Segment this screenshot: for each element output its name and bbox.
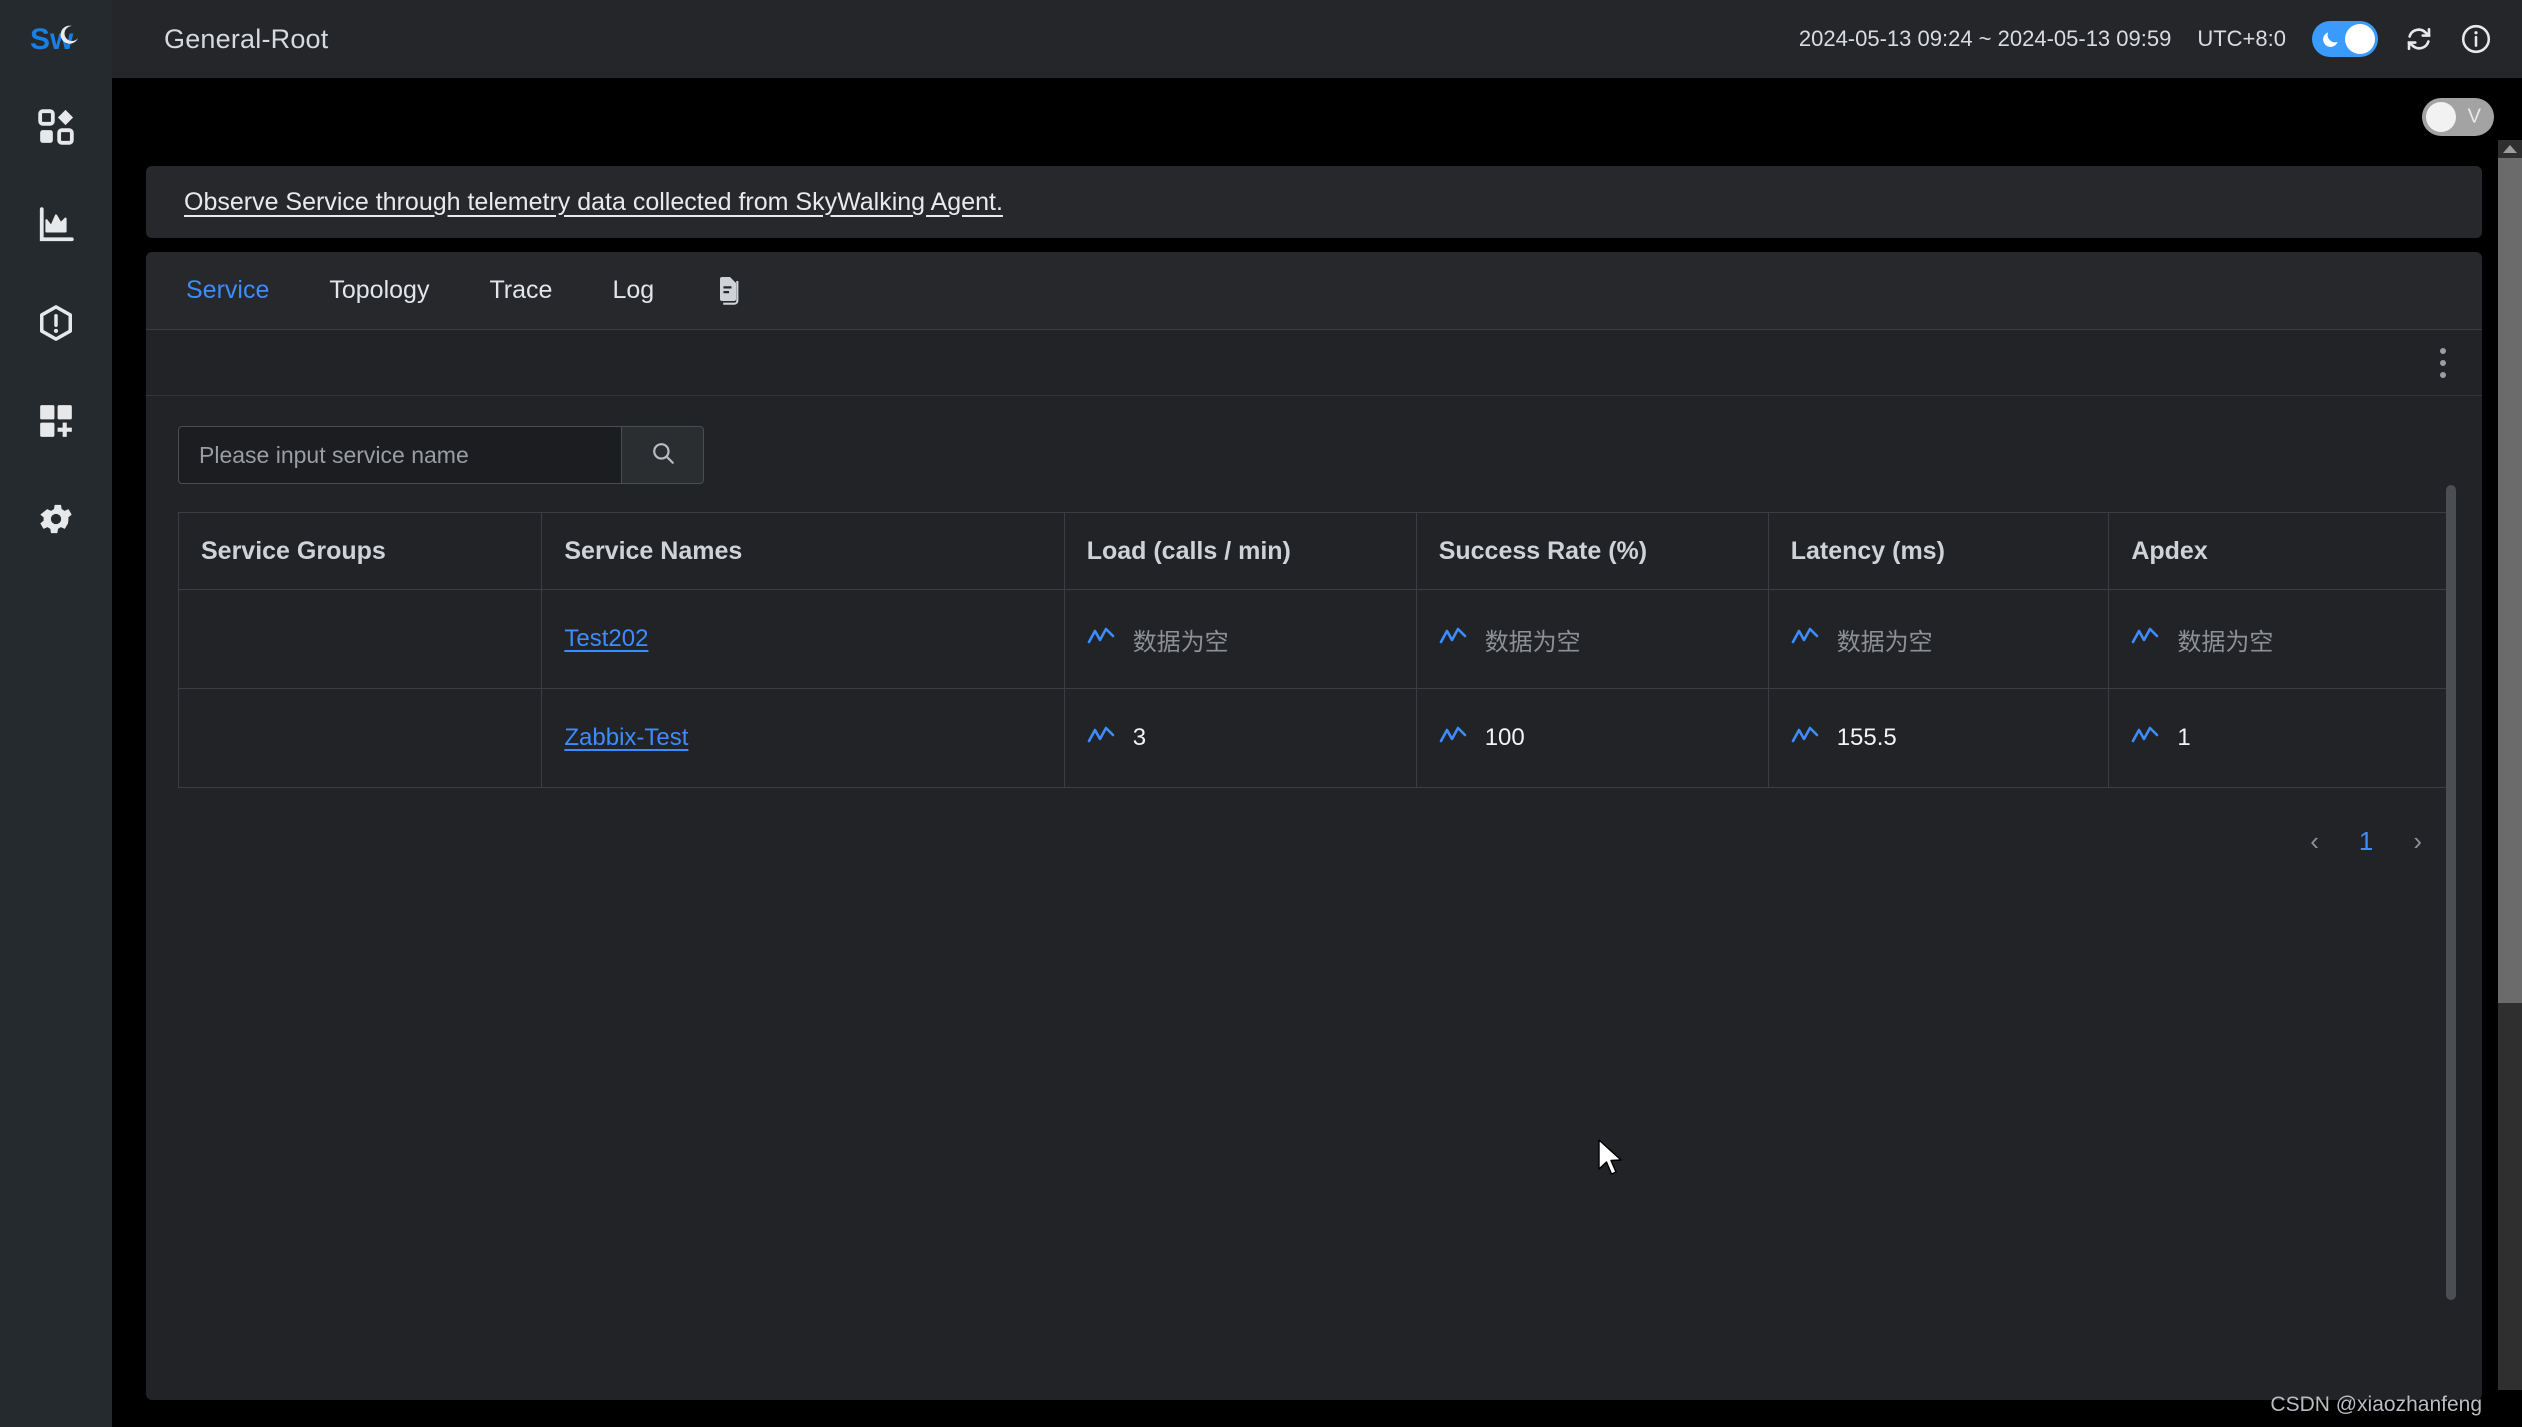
pagination-prev-button[interactable]: ‹ bbox=[2310, 826, 2319, 857]
trend-line-icon bbox=[2131, 724, 2159, 752]
tab-topology[interactable]: Topology bbox=[327, 272, 431, 309]
copy-documents-icon[interactable] bbox=[712, 275, 744, 307]
sidebar-item-settings[interactable] bbox=[0, 470, 112, 568]
cell-success-rate: 数据为空 bbox=[1415, 589, 1769, 689]
cell-load: 数据为空 bbox=[1063, 589, 1417, 689]
metric-value: 100 bbox=[1484, 724, 1525, 751]
secondary-bar: V bbox=[112, 78, 2522, 156]
watermark: CSDN @xiaozhanfeng bbox=[2270, 1393, 2482, 1416]
trend-line-icon bbox=[1791, 625, 1819, 653]
metric-value: 3 bbox=[1132, 724, 1147, 751]
table-header-row: Service Groups Service Names Load (calls… bbox=[177, 512, 2450, 590]
inner-scrollbar[interactable] bbox=[2446, 485, 2456, 1427]
metric-value: 数据为空 bbox=[2177, 628, 2274, 656]
page-title: General-Root bbox=[164, 23, 329, 54]
refresh-icon[interactable] bbox=[2404, 24, 2434, 54]
pagination-page-1[interactable]: 1 bbox=[2359, 826, 2373, 857]
trend-line-icon bbox=[2131, 625, 2159, 653]
pagination: ‹ 1 › bbox=[146, 788, 2482, 857]
metric-value: 数据为空 bbox=[1132, 628, 1229, 656]
dashboard-icon bbox=[37, 108, 75, 146]
service-card: Service Groups Service Names Load (calls… bbox=[146, 330, 2482, 1400]
toggle-knob bbox=[2345, 24, 2375, 54]
skywalking-app: Sw General-Root 2024-05-13 09:24 ~ 2024-… bbox=[0, 0, 2522, 1427]
cell-apdex: 1 bbox=[2108, 688, 2450, 788]
alarm-icon bbox=[37, 304, 75, 342]
cell-latency: 155.5 bbox=[1767, 688, 2110, 788]
view-toggle[interactable]: V bbox=[2422, 98, 2494, 136]
page-scrollbar[interactable] bbox=[2498, 140, 2522, 1390]
metric-value: 155.5 bbox=[1836, 724, 1897, 751]
info-icon[interactable] bbox=[2460, 23, 2492, 55]
page-scrollbar-thumb[interactable] bbox=[2498, 158, 2522, 1003]
search-row bbox=[146, 396, 2482, 484]
column-latency: Latency (ms) bbox=[1767, 512, 2110, 590]
tab-trace[interactable]: Trace bbox=[487, 272, 554, 309]
sidebar-item-dashboard[interactable] bbox=[0, 78, 112, 176]
timezone-label[interactable]: UTC+8:0 bbox=[2197, 26, 2286, 52]
service-link[interactable]: Test202 bbox=[564, 625, 648, 652]
tab-service[interactable]: Service bbox=[184, 272, 271, 309]
card-toolbar bbox=[146, 330, 2482, 396]
view-toggle-knob bbox=[2426, 102, 2456, 132]
search-button[interactable] bbox=[621, 426, 704, 484]
header-actions: 2024-05-13 09:24 ~ 2024-05-13 09:59 UTC+… bbox=[1799, 21, 2522, 57]
sidebar: Sw bbox=[0, 0, 112, 1427]
cell-success-rate: 100 bbox=[1415, 688, 1769, 788]
time-range-display[interactable]: 2024-05-13 09:24 ~ 2024-05-13 09:59 bbox=[1799, 26, 2171, 52]
services-table: Service Groups Service Names Load (calls… bbox=[177, 512, 2450, 788]
column-service-groups: Service Groups bbox=[177, 512, 543, 590]
column-success-rate: Success Rate (%) bbox=[1415, 512, 1769, 590]
moon-icon bbox=[2321, 29, 2341, 54]
scroll-up-arrow-icon[interactable] bbox=[2498, 140, 2522, 158]
column-apdex: Apdex bbox=[2108, 512, 2450, 590]
inner-scrollbar-thumb[interactable] bbox=[2446, 485, 2456, 1300]
column-service-names: Service Names bbox=[541, 512, 1065, 590]
trend-line-icon bbox=[1439, 625, 1467, 653]
metric-value: 1 bbox=[2177, 724, 2191, 751]
cell-latency: 数据为空 bbox=[1767, 589, 2110, 689]
cell-apdex: 数据为空 bbox=[2108, 589, 2450, 689]
theme-toggle[interactable] bbox=[2312, 21, 2378, 57]
view-toggle-label: V bbox=[2467, 105, 2481, 128]
add-widget-icon bbox=[37, 402, 75, 440]
metric-value: 数据为空 bbox=[1484, 628, 1581, 656]
trend-line-icon bbox=[1087, 724, 1115, 752]
search-icon bbox=[650, 440, 676, 471]
cell-service-group bbox=[177, 589, 543, 689]
table-row: Test202 数据为空 数据为空 数据为空 数据为空 bbox=[177, 589, 2450, 689]
sidebar-item-alarm[interactable] bbox=[0, 274, 112, 372]
column-load: Load (calls / min) bbox=[1063, 512, 1417, 590]
top-header: General-Root 2024-05-13 09:24 ~ 2024-05-… bbox=[112, 0, 2522, 78]
gear-icon bbox=[36, 499, 76, 539]
cell-load: 3 bbox=[1063, 688, 1417, 788]
sidebar-item-metrics[interactable] bbox=[0, 176, 112, 274]
tab-bar: Service Topology Trace Log bbox=[146, 252, 2482, 330]
chart-icon bbox=[37, 206, 75, 244]
service-link[interactable]: Zabbix-Test bbox=[564, 724, 688, 751]
main-content: Observe Service through telemetry data c… bbox=[112, 156, 2498, 1427]
cell-service-group bbox=[177, 688, 543, 788]
banner-text: Observe Service through telemetry data c… bbox=[184, 187, 1003, 216]
tab-log[interactable]: Log bbox=[610, 272, 656, 309]
sidebar-item-add-widget[interactable] bbox=[0, 372, 112, 470]
skywalking-logo[interactable]: Sw bbox=[0, 0, 112, 78]
trend-line-icon bbox=[1087, 625, 1115, 653]
info-banner: Observe Service through telemetry data c… bbox=[146, 166, 2482, 238]
metric-value: 数据为空 bbox=[1836, 628, 1933, 656]
cell-service-name: Zabbix-Test bbox=[541, 688, 1065, 788]
table-row: Zabbix-Test 3 100 155.5 1 bbox=[177, 688, 2450, 788]
trend-line-icon bbox=[1439, 724, 1467, 752]
trend-line-icon bbox=[1791, 724, 1819, 752]
kebab-menu-icon[interactable] bbox=[2434, 342, 2452, 384]
pagination-next-button[interactable]: › bbox=[2413, 826, 2422, 857]
cell-service-name: Test202 bbox=[541, 589, 1065, 689]
search-input[interactable] bbox=[178, 426, 621, 484]
